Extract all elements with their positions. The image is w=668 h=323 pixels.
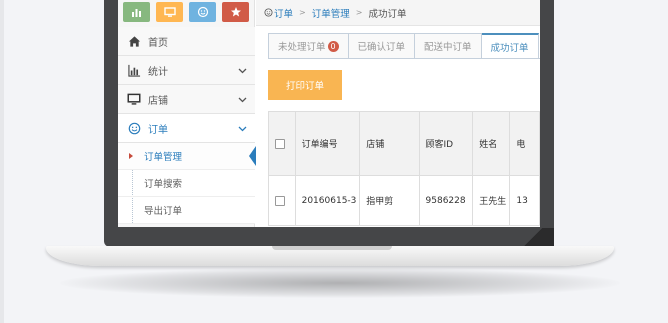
tab-delivering-orders[interactable]: 配送中订单 <box>415 33 482 59</box>
home-icon <box>127 34 141 48</box>
selected-indicator <box>249 146 256 166</box>
shortcut-favorite-button[interactable] <box>222 2 249 22</box>
cell-name: 王先生 <box>472 175 511 226</box>
submenu-item-label: 订单搜索 <box>144 179 183 190</box>
sidebar-item-label: 订单 <box>148 124 168 136</box>
breadcrumb-current: 成功订单 <box>368 8 407 20</box>
bar-chart-icon <box>127 63 141 77</box>
sidebar-item-label: 店铺 <box>148 95 168 107</box>
table-header-row: 订单编号 店铺 顾客ID 姓名 电 <box>268 111 540 176</box>
laptop-base-notch <box>272 246 392 250</box>
cell-customer-id: 9586228 <box>418 175 474 226</box>
breadcrumb-separator: > <box>355 8 363 17</box>
chevron-down-icon <box>238 97 247 103</box>
breadcrumb-link-order-management[interactable]: 订单管理 <box>312 6 350 20</box>
tab-confirmed-orders[interactable]: 已确认订单 <box>348 33 416 59</box>
row-checkbox[interactable] <box>275 195 285 206</box>
column-header-shop[interactable]: 店铺 <box>359 111 420 176</box>
submenu-item-order-management[interactable]: 订单管理 <box>118 143 256 170</box>
submenu-item-export-orders[interactable]: 导出订单 <box>118 197 255 224</box>
submenu-item-label: 订单管理 <box>144 152 183 163</box>
orders-submenu: 订单管理 订单搜索 导出订单 <box>118 143 256 224</box>
sidebar-item-label: 统计 <box>148 66 168 78</box>
smile-icon <box>264 8 273 17</box>
tab-divider <box>268 58 540 59</box>
sidebar: 首页 统计 店铺 订单 订单管理 订单搜索 导出订单 <box>118 0 256 227</box>
print-orders-button[interactable]: 打印订单 <box>268 70 342 100</box>
column-header-customer-id[interactable]: 顾客ID <box>418 111 474 176</box>
table-row[interactable]: 20160615-3 指甲剪 9586228 王先生 13 <box>268 175 540 226</box>
cell-shop: 指甲剪 <box>359 175 420 226</box>
laptop-shadow <box>60 268 620 298</box>
cell-phone: 13 <box>509 175 540 226</box>
pending-count-badge: 0 <box>327 40 339 52</box>
tab-label: 成功订单 <box>490 42 529 54</box>
monitor-icon <box>127 92 141 106</box>
laptop-screen: 首页 统计 店铺 订单 订单管理 订单搜索 导出订单 订单 > 订单管理 > 成… <box>118 0 540 227</box>
column-header-order-id[interactable]: 订单编号 <box>294 111 361 176</box>
select-all-checkbox[interactable] <box>275 138 285 149</box>
chevron-down-icon <box>238 126 247 132</box>
bar-chart-icon <box>131 9 141 17</box>
cell-order-id: 20160615-3 <box>294 175 361 226</box>
sidebar-item-stats[interactable]: 统计 <box>118 56 255 85</box>
order-status-tabs: 未处理订单 0 已确认订单 配送中订单 成功订单 <box>268 33 539 59</box>
main-content: 订单 > 订单管理 > 成功订单 未处理订单 0 已确认订单 配送中订单 成功订… <box>256 0 540 227</box>
column-header-name[interactable]: 姓名 <box>472 111 511 176</box>
sidebar-item-home[interactable]: 首页 <box>118 27 255 56</box>
tab-successful-orders[interactable]: 成功订单 <box>481 33 539 59</box>
breadcrumb-separator: > <box>299 8 306 17</box>
sidebar-nav: 首页 统计 店铺 订单 订单管理 订单搜索 导出订单 <box>118 27 256 224</box>
chevron-down-icon <box>238 68 247 74</box>
shortcut-shop-button[interactable] <box>156 2 183 22</box>
laptop-bezel-corner <box>512 228 554 247</box>
submenu-item-label: 导出订单 <box>144 206 183 217</box>
row-select-cell <box>268 175 296 226</box>
tab-pending-orders[interactable]: 未处理订单 0 <box>268 33 349 59</box>
sidebar-item-shop[interactable]: 店铺 <box>118 85 255 114</box>
tab-label: 未处理订单 <box>278 42 326 53</box>
tab-label: 已确认订单 <box>357 42 406 53</box>
breadcrumb-link-orders[interactable]: 订单 <box>274 6 293 20</box>
select-all-cell <box>268 111 296 176</box>
tab-label: 配送中订单 <box>424 42 472 53</box>
caret-right-icon <box>129 153 133 159</box>
shortcut-order-button[interactable] <box>189 2 216 22</box>
submenu-item-order-search[interactable]: 订单搜索 <box>118 170 255 197</box>
sidebar-item-label: 首页 <box>148 37 168 49</box>
page-edge <box>0 0 4 323</box>
smile-icon <box>197 6 208 18</box>
sidebar-item-orders[interactable]: 订单 <box>118 114 255 143</box>
shortcut-stats-button[interactable] <box>123 2 150 22</box>
monitor-icon <box>163 7 176 17</box>
smile-icon <box>127 121 141 135</box>
shortcut-buttons <box>123 2 249 22</box>
orders-table: 订单编号 店铺 顾客ID 姓名 电 20160615-3 指甲剪 9586228… <box>268 111 540 226</box>
breadcrumb: 订单 > 订单管理 > 成功订单 <box>256 0 540 26</box>
star-icon <box>230 7 241 17</box>
column-header-phone[interactable]: 电 <box>509 111 540 176</box>
